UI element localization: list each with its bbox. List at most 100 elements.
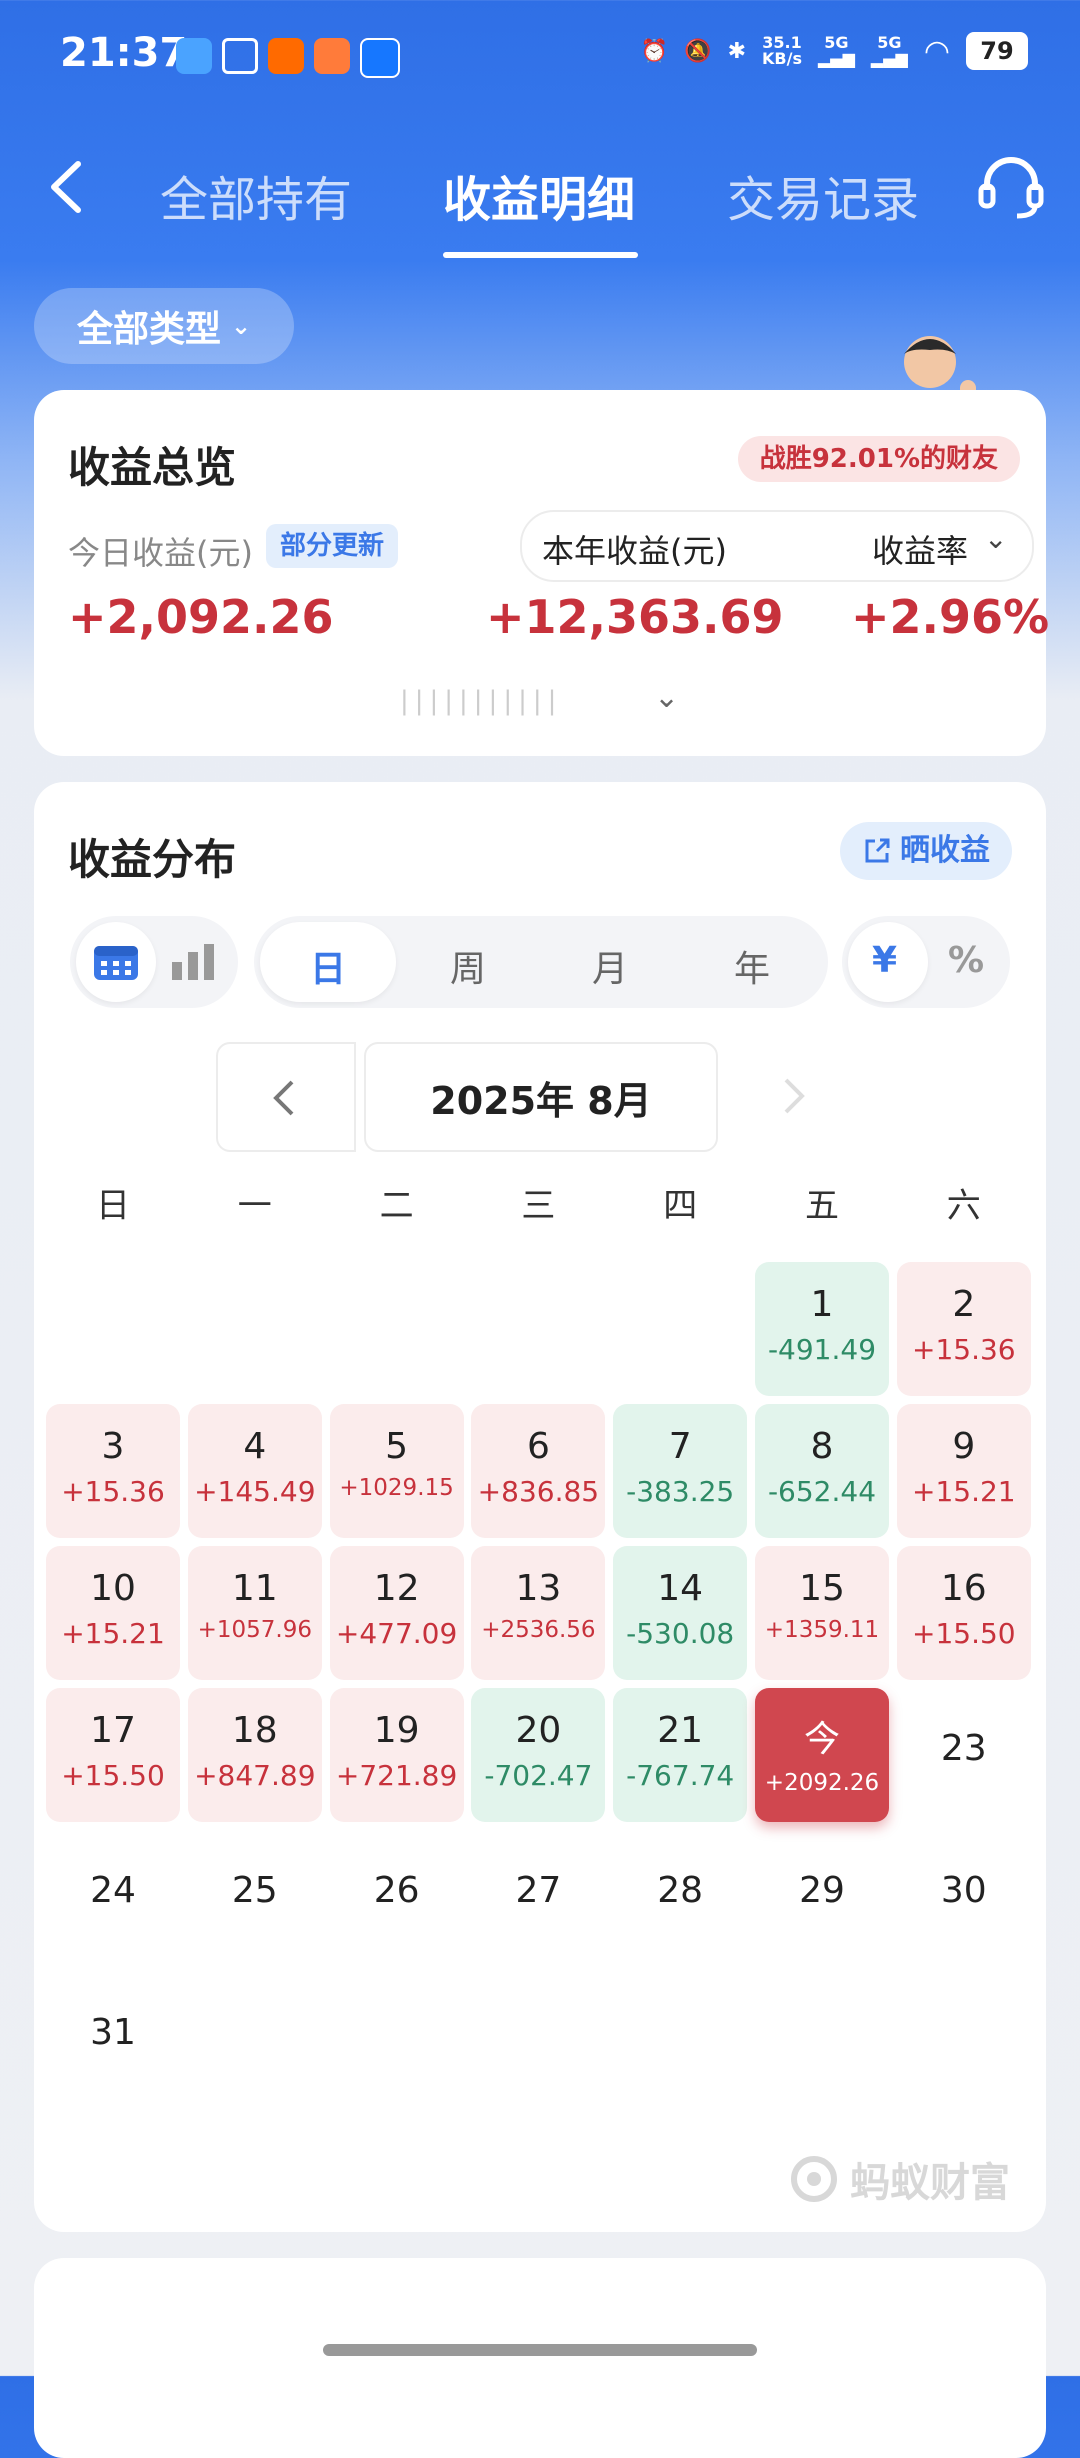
calendar-day-cell[interactable]: 30 [897,1830,1031,1964]
calendar-day-cell[interactable]: 11 +1057.96 [187,1546,322,1680]
tab-transactions[interactable]: 交易记录 [727,160,919,230]
calendar-day-cell[interactable]: 25 [188,1830,322,1964]
calendar-day-cell[interactable]: 12 +477.09 [329,1546,464,1680]
day-income-value: +15.21 [61,1617,165,1650]
day-number: 13 [515,1568,562,1609]
calendar-day-cell[interactable]: 23 [897,1688,1031,1822]
calendar-day-cell[interactable]: 今 +2092.26 [755,1688,889,1822]
tab-all-holdings[interactable]: 全部持有 [160,160,352,230]
calendar-day-cell[interactable]: 13 +2536.56 [471,1546,606,1680]
type-filter-dropdown[interactable]: 全部类型 ⌄ [34,288,294,364]
net-speed-unit: KB/s [762,49,802,68]
calendar-day-cell[interactable]: 21 -767.74 [613,1688,748,1822]
weekday-label: 一 [237,1186,272,1226]
tab-income-detail[interactable]: 收益明细 [443,160,635,230]
chevron-right-icon [784,1078,805,1114]
calendar-day-cell[interactable]: 5 +1029.15 [329,1404,464,1538]
day-number: 17 [90,1710,136,1751]
day-number: 6 [526,1426,550,1467]
expand-chevron-icon[interactable]: ⌄ [654,680,679,715]
calendar-day-cell[interactable]: 1 -491.49 [755,1262,889,1396]
calendar-day-cell[interactable]: 24 [46,1830,180,1964]
calendar-day-cell[interactable]: 27 [471,1830,605,1964]
type-filter-label: 全部类型 [76,309,221,350]
calendar-day-cell[interactable]: 8 -652.44 [755,1404,889,1538]
unit-yuan[interactable]: ¥ [872,940,897,981]
weekday-label: 五 [805,1186,839,1226]
app-notification-icon [176,38,212,74]
day-number: 3 [101,1426,125,1467]
day-income-value: +847.89 [194,1759,316,1792]
bluetooth-icon: ✱ [727,38,746,64]
home-indicator[interactable] [323,2344,757,2356]
alipay-icon [360,38,400,78]
calendar-day-cell[interactable]: 18 +847.89 [187,1688,322,1822]
period-year[interactable]: 年 [734,940,770,992]
day-income-value: -702.47 [484,1759,593,1792]
day-number: 23 [940,1728,987,1769]
day-number: 8 [810,1426,834,1467]
calendar-day-cell[interactable]: 26 [330,1830,464,1964]
prev-month-button[interactable] [216,1042,356,1152]
weekday-label: 日 [96,1186,130,1226]
calendar-day-cell[interactable]: 19 +721.89 [329,1688,464,1822]
month-label: 2025年 8月 [364,1042,718,1152]
calendar-day-cell[interactable]: 15 +1359.11 [755,1546,889,1680]
day-number: 29 [799,1870,845,1911]
unit-percent[interactable]: % [948,940,984,981]
day-income-value: +15.36 [61,1475,165,1508]
day-number: 2 [952,1284,976,1325]
calendar-day-cell[interactable]: 16 +15.50 [896,1546,1031,1680]
calendar-day-cell[interactable]: 7 -383.25 [613,1404,748,1538]
calendar-day-cell[interactable]: 6 +836.85 [471,1404,606,1538]
calendar-day-cell[interactable]: 14 -530.08 [613,1546,748,1680]
day-number: 25 [231,1870,278,1911]
calendar-day-cell[interactable]: 2 +15.36 [896,1262,1031,1396]
calendar-day-cell[interactable]: 9 +15.21 [896,1404,1031,1538]
bar-chart-view-icon[interactable] [170,944,218,980]
calendar-day-cell[interactable]: 10 +15.21 [46,1546,180,1680]
calendar-day-cell[interactable]: 28 [613,1830,747,1964]
day-number: 12 [373,1568,420,1609]
calendar-day-cell[interactable]: 31 [46,1972,180,2106]
rate-label[interactable]: 收益率 [872,526,968,572]
watermark-text: 蚂蚁财富 [850,2160,1010,2206]
day-income-value: +15.36 [911,1333,1016,1366]
share-income-button[interactable]: 晒收益 [840,822,1012,880]
battery-icon: 79 [966,32,1028,70]
day-income-value: +15.21 [911,1475,1016,1508]
year-income-label: 本年收益(元) [542,532,727,570]
calendar-day-cell[interactable]: 20 -702.47 [471,1688,606,1822]
customer-service-icon[interactable] [975,150,1047,222]
day-number: 16 [940,1568,987,1609]
period-month[interactable]: 月 [592,940,628,992]
signal-1-label: 5G [824,33,849,52]
day-income-value: +1057.96 [197,1617,312,1643]
day-income-value: -491.49 [767,1333,877,1366]
partial-update-badge: 部分更新 [266,524,399,568]
today-income-label: 今日收益(元) [68,534,253,572]
day-income-value: +721.89 [335,1759,458,1792]
day-income-value: -767.74 [626,1759,735,1792]
period-day[interactable]: 日 [310,940,346,992]
status-icons: ⏰ 🔕 ✱ 35.1 KB/s 5G ▂▄▆ 5G ▂▄▆ ◠ 79 [641,32,1028,70]
today-income-value: +2,092.26 [68,590,334,644]
period-week[interactable]: 周 [450,940,486,992]
back-icon[interactable] [38,152,98,222]
day-number: 27 [515,1870,562,1911]
video-player-icon [314,38,350,74]
day-number: 21 [657,1710,704,1751]
chevron-down-icon: ⌄ [984,522,1008,555]
rank-badge: 战胜92.01%的财友 [737,436,1020,482]
day-income-value: +836.85 [477,1475,600,1508]
calendar-day-cell[interactable]: 17 +15.50 [46,1688,180,1822]
income-interpretation-card [34,2258,1046,2458]
day-income-value: +477.09 [335,1617,458,1650]
calendar-view-button[interactable] [76,922,156,1002]
calendar-day-cell[interactable]: 3 +15.36 [46,1404,180,1538]
calendar-day-cell[interactable]: 4 +145.49 [187,1404,322,1538]
year-income-value: +12,363.69 [486,590,784,644]
day-number: 26 [373,1870,420,1911]
day-income-value: +15.50 [911,1617,1016,1650]
calendar-day-cell[interactable]: 29 [755,1830,889,1964]
